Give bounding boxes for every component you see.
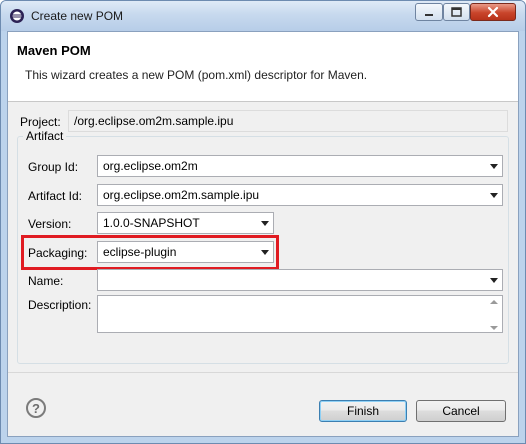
- project-label: Project:: [20, 115, 61, 129]
- finish-button[interactable]: Finish: [319, 400, 407, 422]
- artifact-id-combo[interactable]: org.eclipse.om2m.sample.ipu: [97, 184, 503, 206]
- close-button[interactable]: [470, 3, 516, 21]
- name-combo[interactable]: [97, 269, 503, 291]
- name-label: Name:: [28, 274, 64, 288]
- description-scrollbar[interactable]: [487, 297, 501, 333]
- minimize-icon: [425, 14, 433, 16]
- window-title: Create new POM: [31, 9, 124, 23]
- wizard-header: Maven POM This wizard creates a new POM …: [8, 32, 518, 102]
- spinner-up-icon[interactable]: [490, 300, 498, 304]
- dialog-window: Create new POM Maven POM This wizard cre…: [0, 0, 526, 444]
- artifact-group-title: Artifact: [23, 129, 67, 143]
- version-value: 1.0.0-SNAPSHOT: [103, 216, 200, 230]
- spinner-down-icon[interactable]: [490, 326, 498, 330]
- dropdown-arrow-icon[interactable]: [490, 193, 498, 198]
- title-bar[interactable]: Create new POM: [1, 1, 525, 31]
- dropdown-arrow-icon[interactable]: [490, 278, 498, 283]
- version-combo[interactable]: 1.0.0-SNAPSHOT: [97, 212, 274, 234]
- wizard-title: Maven POM: [17, 43, 91, 58]
- description-textarea[interactable]: [97, 295, 503, 333]
- maximize-icon: [451, 7, 462, 17]
- packaging-highlight-box: [21, 235, 279, 270]
- wizard-description: This wizard creates a new POM (pom.xml) …: [25, 68, 368, 82]
- minimize-button[interactable]: [415, 3, 443, 21]
- cancel-button[interactable]: Cancel: [416, 400, 506, 422]
- help-icon[interactable]: ?: [26, 398, 46, 418]
- group-id-combo[interactable]: org.eclipse.om2m: [97, 155, 503, 177]
- project-field: /org.eclipse.om2m.sample.ipu: [68, 110, 508, 132]
- maximize-button[interactable]: [443, 3, 470, 21]
- close-icon: [487, 6, 499, 18]
- dropdown-arrow-icon[interactable]: [261, 221, 269, 226]
- eclipse-app-icon: [10, 9, 24, 23]
- description-label: Description:: [28, 298, 92, 312]
- version-label: Version:: [28, 217, 72, 231]
- artifact-id-value: org.eclipse.om2m.sample.ipu: [103, 188, 260, 202]
- dialog-content: Maven POM This wizard creates a new POM …: [7, 31, 519, 437]
- group-id-label: Group Id:: [28, 160, 79, 174]
- footer-divider: [8, 372, 518, 373]
- dropdown-arrow-icon[interactable]: [490, 164, 498, 169]
- group-id-value: org.eclipse.om2m: [103, 159, 198, 173]
- artifact-id-label: Artifact Id:: [28, 189, 83, 203]
